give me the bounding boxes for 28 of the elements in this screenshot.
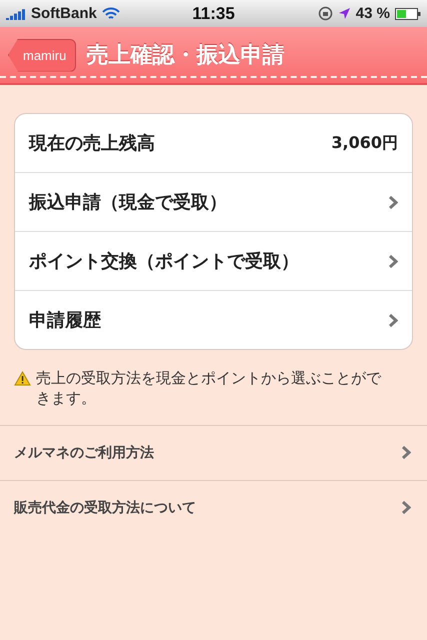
help-link-row[interactable]: メルマネのご利用方法 — [0, 424, 427, 480]
chevron-icon — [401, 500, 411, 515]
chevron-icon — [388, 254, 398, 268]
location-arrow-icon — [338, 7, 351, 20]
row-label: ポイント交換（ポイントで受取） — [29, 250, 299, 273]
chevron-icon — [388, 312, 398, 328]
row-label: メルマネのご利用方法 — [14, 444, 154, 462]
carrier-name: SoftBank — [31, 5, 97, 22]
row-label: 申請履歴 — [29, 309, 101, 332]
battery-percent: 43 % — [356, 5, 390, 22]
battery-icon — [395, 8, 421, 20]
row-label: 現在の売上残高 — [29, 132, 155, 155]
chevron-icon — [401, 445, 411, 460]
chevron-icon — [388, 194, 398, 210]
menu-row[interactable]: ポイント交換（ポイントで受取） — [15, 231, 412, 290]
menu-row[interactable]: 振込申請（現金で受取） — [15, 172, 412, 231]
row-label: 振込申請（現金で受取） — [29, 191, 227, 214]
wifi-icon — [102, 7, 120, 20]
signal-icon — [6, 8, 26, 20]
notice-text: 売上の受取方法を現金とポイントから選ぶことができます。 — [36, 368, 382, 408]
menu-row[interactable]: 申請履歴 — [15, 290, 412, 349]
rotation-lock-icon — [318, 6, 333, 21]
help-link-row[interactable]: 販売代金の受取方法について — [0, 480, 427, 534]
status-time: 11:35 — [192, 4, 235, 24]
row-label: 販売代金の受取方法について — [14, 498, 196, 516]
warning-icon — [14, 371, 31, 386]
screen-title: 売上確認・振込申請 — [86, 42, 284, 70]
balance-amount: 3,060円 — [331, 132, 398, 154]
